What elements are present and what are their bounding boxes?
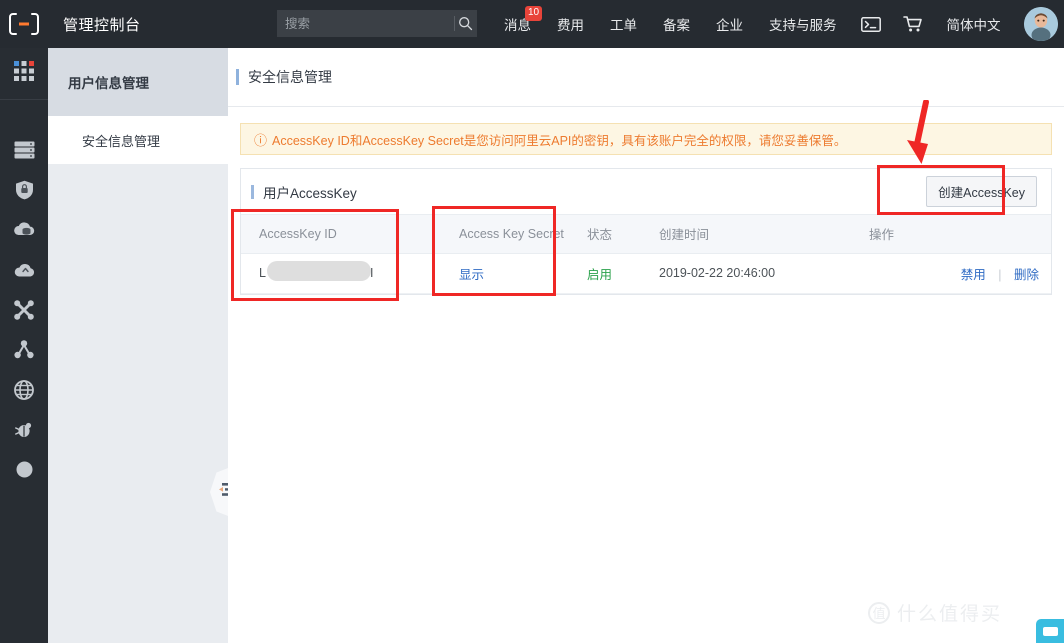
sidebar-header: 用户信息管理 [48, 48, 228, 116]
rail-item-monitor[interactable] [0, 412, 48, 452]
nav-item-support[interactable]: 支持与服务 [756, 0, 850, 48]
bug-icon [14, 421, 34, 444]
shopping-cart-icon[interactable] [892, 0, 934, 48]
server-icon [14, 141, 35, 164]
alert-text: AccessKey ID和AccessKey Secret是您访问阿里云API的… [272, 133, 847, 148]
terminal-icon[interactable] [850, 0, 892, 48]
cell-created-time: 2019-02-22 20:46:00 [651, 253, 861, 294]
console-title: 管理控制台 [63, 16, 141, 34]
nav-item-tickets[interactable]: 工单 [597, 0, 650, 48]
shield-icon [15, 180, 34, 205]
accesskey-id-prefix: L [259, 266, 266, 280]
nav-item-enterprise[interactable]: 企业 [703, 0, 756, 48]
nav-label: 工单 [610, 18, 637, 33]
table-header: AccessKey ID Access Key Secret 状态 创建时间 操… [241, 215, 1051, 254]
page-title-accent-bar [236, 69, 239, 85]
rail-item-cloud-storage[interactable] [0, 252, 48, 292]
disable-link[interactable]: 禁用 [961, 268, 986, 282]
warning-circle-icon: ⓘ [254, 132, 268, 148]
nav-label: 支持与服务 [769, 18, 837, 33]
nav-item-billing[interactable]: 费用 [544, 0, 597, 48]
global-search[interactable] [277, 10, 477, 37]
rail-item-ecs[interactable] [0, 132, 48, 172]
cloud-database-icon [13, 221, 35, 244]
secondary-sidebar: 用户信息管理 安全信息管理 [48, 48, 228, 643]
corner-chat-icon[interactable] [1036, 619, 1064, 643]
main-content: 安全信息管理 ⓘ AccessKey ID和AccessKey Secret是您… [228, 48, 1064, 643]
left-icon-rail [0, 48, 48, 643]
language-label: 简体中文 [946, 18, 1001, 33]
cell-accesskey-id: LI [241, 253, 441, 294]
sidebar-item-security-info[interactable]: 安全信息管理 [48, 116, 228, 164]
column-header-access-key-secret: Access Key Secret [441, 215, 579, 254]
language-selector[interactable]: 简体中文 [934, 0, 1014, 48]
cell-access-key-secret: 显示 [441, 253, 579, 294]
cell-actions: 禁用 | 删除 [861, 253, 1051, 294]
table-body: LI 显示 启用 2019-02-22 20:46:00 禁用 | 删除 [241, 253, 1051, 294]
panel-title: 用户AccessKey [263, 185, 357, 201]
column-header-status: 状态 [579, 215, 651, 254]
nav-label: 费用 [557, 18, 584, 33]
rail-item-network[interactable] [0, 292, 48, 332]
nav-item-messages[interactable]: 消息 10 [491, 0, 544, 48]
redaction-blur [267, 261, 371, 281]
cloud-icon [14, 262, 35, 283]
search-input[interactable] [277, 16, 454, 31]
column-header-actions: 操作 [861, 215, 1051, 254]
panel-header: 用户AccessKey 创建AccessKey [241, 169, 1051, 215]
page-title-row: 安全信息管理 [228, 48, 1064, 107]
column-header-created-time: 创建时间 [651, 215, 861, 254]
nav-item-icp[interactable]: 备案 [650, 0, 703, 48]
status-badge: 启用 [587, 267, 613, 282]
network-nodes-icon [14, 299, 34, 325]
sidebar-empty-area [48, 164, 228, 643]
nav-label: 企业 [716, 18, 743, 33]
sidebar-menu: 安全信息管理 [48, 116, 228, 164]
top-header-bar: 管理控制台 消息 10 费用 工单 备案 [0, 0, 1064, 48]
share-nodes-icon [14, 340, 34, 364]
create-accesskey-button[interactable]: 创建AccessKey [926, 176, 1037, 207]
cell-status: 启用 [579, 253, 651, 294]
search-icon[interactable] [455, 10, 477, 37]
globe-icon [14, 379, 34, 405]
panel-accent-bar [251, 184, 254, 199]
nav-label: 备案 [663, 18, 690, 33]
rail-item-security[interactable] [0, 172, 48, 212]
rail-item-more[interactable] [0, 452, 48, 492]
delete-link[interactable]: 删除 [1014, 268, 1039, 282]
user-avatar[interactable] [1024, 7, 1058, 41]
rail-item-cdn[interactable] [0, 332, 48, 372]
message-count-badge: 10 [525, 6, 542, 21]
table-row: LI 显示 启用 2019-02-22 20:46:00 禁用 | 删除 [241, 253, 1051, 294]
sidebar-item-label: 安全信息管理 [82, 133, 161, 149]
user-accesskey-panel: 用户AccessKey 创建AccessKey AccessKey ID Acc… [240, 168, 1052, 295]
masked-accesskey-id: LI [259, 261, 373, 281]
table-header-row: AccessKey ID Access Key Secret 状态 创建时间 操… [241, 215, 1051, 254]
header-nav: 消息 10 费用 工单 备案 企业 支持与服务 简体中文 [491, 0, 1014, 48]
rail-item-products-grid[interactable] [0, 48, 48, 100]
action-separator: | [998, 267, 1002, 282]
column-header-accesskey-id: AccessKey ID [241, 215, 441, 254]
rail-item-database[interactable] [0, 212, 48, 252]
circle-icon [15, 460, 34, 484]
apps-grid-icon [14, 61, 34, 86]
rail-item-domain[interactable] [0, 372, 48, 412]
accesskey-warning-alert: ⓘ AccessKey ID和AccessKey Secret是您访问阿里云AP… [240, 123, 1052, 155]
show-secret-link[interactable]: 显示 [459, 268, 484, 282]
screen-root: 管理控制台 消息 10 费用 工单 备案 [0, 0, 1064, 643]
page-title: 安全信息管理 [248, 69, 332, 85]
alibaba-cloud-logo-icon[interactable] [0, 0, 48, 48]
accesskey-table: AccessKey ID Access Key Secret 状态 创建时间 操… [241, 215, 1051, 294]
